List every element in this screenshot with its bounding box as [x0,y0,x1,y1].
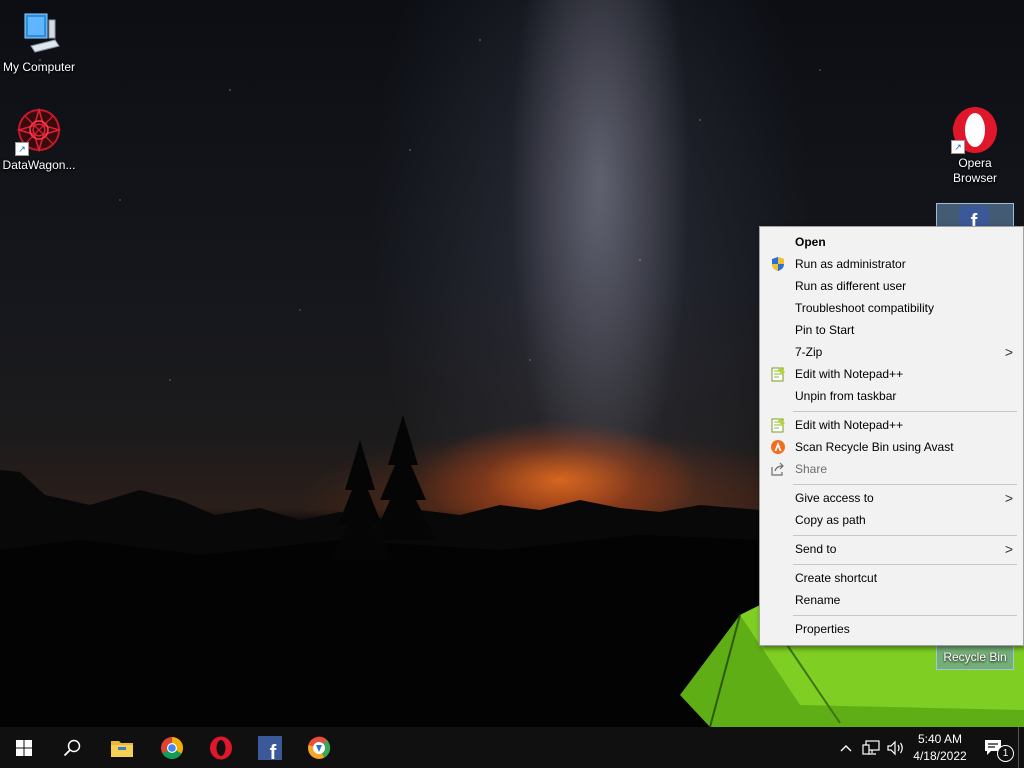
menu-item-7zip[interactable]: 7-Zip > [762,341,1021,363]
menu-item-create-shortcut[interactable]: Create shortcut [762,567,1021,589]
volume-button[interactable] [884,727,908,768]
notepadpp-icon [770,417,786,433]
menu-separator [793,484,1017,485]
clock-time: 5:40 AM [917,732,963,746]
menu-separator [793,615,1017,616]
chrome-icon [161,736,183,759]
menu-item-label: Pin to Start [795,323,855,337]
menu-item-label: Run as different user [795,279,907,293]
menu-separator [793,564,1017,565]
menu-item-label: Create shortcut [795,571,878,585]
menu-separator [793,411,1017,412]
menu-item-run-as-administrator[interactable]: Run as administrator [762,253,1021,275]
menu-item-label: Edit with Notepad++ [795,367,904,381]
menu-item-share[interactable]: Share [762,458,1021,480]
menu-item-label: Share [795,462,828,476]
uac-shield-icon [770,256,786,272]
menu-item-label: Run as administrator [795,257,906,271]
show-desktop-button[interactable] [1018,727,1024,768]
datawagon-label: DataWagon... [2,158,76,172]
clock-date: 4/18/2022 [913,749,967,763]
menu-item-scan-with-avast[interactable]: Scan Recycle Bin using Avast [762,436,1021,458]
show-hidden-icons-button[interactable] [834,727,858,768]
shortcut-arrow-icon: ↗ [951,140,965,154]
menu-item-edit-with-notepadpp-2[interactable]: Edit with Notepad++ [762,414,1021,436]
network-button[interactable] [858,727,884,768]
notepadpp-icon [770,366,786,382]
opera-label-line2: Browser [952,171,997,185]
menu-item-label: Send to [795,542,837,556]
datawagon-logo-icon: ↗ [15,107,63,156]
opera-taskbar-button[interactable] [197,727,245,768]
speaker-icon [887,740,903,755]
chevron-right-icon: > [1004,344,1013,360]
opera-browser-shortcut[interactable]: ↗ Opera Browser [936,106,1014,186]
menu-item-give-access-to[interactable]: Give access to > [762,487,1021,509]
search-button[interactable] [48,727,96,768]
menu-item-label: Scan Recycle Bin using Avast [795,440,954,454]
menu-separator [793,535,1017,536]
menu-item-run-as-different-user[interactable]: Run as different user [762,275,1021,297]
chevron-up-icon [840,744,852,751]
computer-icon [15,10,63,58]
menu-item-label: 7-Zip [795,345,823,359]
opera-icon [210,736,232,759]
chrome-button[interactable] [148,727,196,768]
facebook-icon: f [258,735,282,760]
context-menu: Open Run as administrator Run as differe… [759,226,1024,646]
menu-item-label: Open [795,235,826,249]
shortcut-arrow-icon: ↗ [15,142,29,156]
file-explorer-icon [111,740,133,757]
menu-item-label: Properties [795,622,850,636]
facebook-taskbar-button[interactable]: f [246,727,294,768]
menu-item-label: Troubleshoot compatibility [795,301,934,315]
recycle-bin-shortcut[interactable]: Recycle Bin [936,644,1014,670]
avast-browser-icon [308,736,331,759]
menu-item-rename[interactable]: Rename [762,589,1021,611]
menu-item-troubleshoot-compatibility[interactable]: Troubleshoot compatibility [762,297,1021,319]
menu-item-properties[interactable]: Properties [762,618,1021,640]
share-icon [770,461,786,477]
search-icon [63,739,81,756]
action-center-button[interactable]: 1 [978,727,1014,768]
menu-item-open[interactable]: Open [762,231,1021,253]
start-button[interactable] [0,727,48,768]
menu-item-pin-to-start[interactable]: Pin to Start [762,319,1021,341]
my-computer-label: My Computer [2,60,76,74]
opera-label-line1: Opera [958,156,992,170]
menu-item-label: Edit with Notepad++ [795,418,904,432]
menu-item-label: Rename [795,593,841,607]
chevron-right-icon: > [1004,490,1013,506]
recycle-bin-label: Recycle Bin [943,650,1007,664]
avast-browser-button[interactable] [295,727,343,768]
menu-item-label: Give access to [795,491,874,505]
network-icon [862,739,880,755]
menu-item-label: Unpin from taskbar [795,389,897,403]
avast-icon [770,439,786,455]
clock-button[interactable]: 5:40 AM 4/18/2022 [908,727,972,768]
menu-item-edit-with-notepadpp[interactable]: Edit with Notepad++ [762,363,1021,385]
windows-start-icon [16,739,32,756]
menu-item-copy-as-path[interactable]: Copy as path [762,509,1021,531]
opera-icon: ↗ [951,106,999,154]
taskbar: f 5:40 AM 4/18/2022 1 [0,727,1024,768]
notification-badge: 1 [997,745,1014,762]
chevron-right-icon: > [1004,541,1013,557]
menu-item-label: Copy as path [795,513,866,527]
my-computer-shortcut[interactable]: My Computer [0,10,78,75]
menu-item-unpin-from-taskbar[interactable]: Unpin from taskbar [762,385,1021,407]
file-explorer-button[interactable] [98,727,146,768]
svg-text:f: f [270,742,277,760]
datawagon-shortcut[interactable]: ↗ DataWagon... [0,107,78,173]
menu-item-send-to[interactable]: Send to > [762,538,1021,560]
